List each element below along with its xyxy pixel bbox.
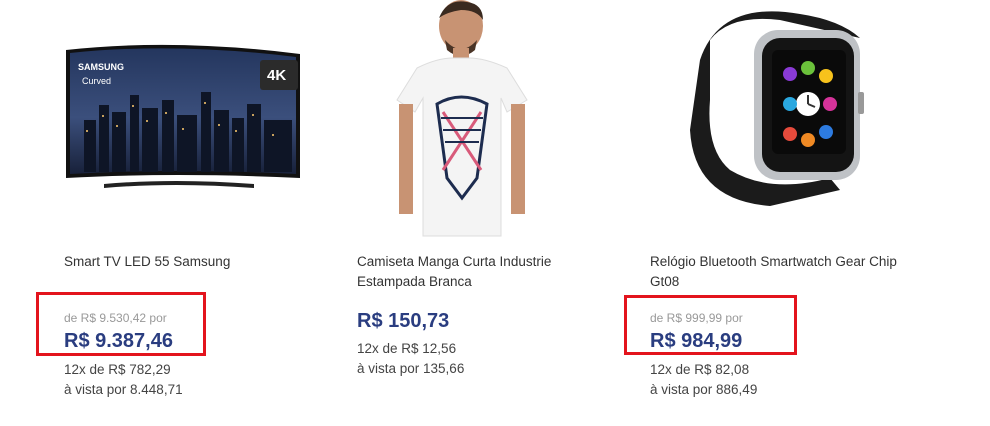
tv-brand-text: SAMSUNG <box>78 62 124 72</box>
cash-price-text: à vista por 8.448,71 <box>64 382 183 397</box>
price-highlight-box <box>36 292 206 356</box>
product-image-tv[interactable]: SAMSUNG Curved 4K <box>64 0 324 240</box>
current-price: R$ 150,73 <box>357 310 450 332</box>
installments-text: 12x de R$ 82,08 <box>650 362 750 377</box>
installments-text: 12x de R$ 12,56 <box>357 341 457 356</box>
installments-text: 12x de R$ 782,29 <box>64 362 171 377</box>
tv-4k-badge: 4K <box>267 67 286 84</box>
product-image-smartwatch[interactable] <box>650 0 910 240</box>
product-title[interactable]: Relógio Bluetooth Smartwatch Gear Chip G… <box>650 252 900 292</box>
product-image-tshirt[interactable] <box>357 0 617 240</box>
product-card-smartwatch[interactable]: Relógio Bluetooth Smartwatch Gear Chip G… <box>650 0 910 426</box>
tv-curved-text: Curved <box>82 76 111 86</box>
product-card-tv[interactable]: SAMSUNG Curved 4K Smart TV LED 55 Samsun… <box>64 0 324 426</box>
product-title[interactable]: Smart TV LED 55 Samsung <box>64 252 314 272</box>
cash-price-text: à vista por 135,66 <box>357 361 465 376</box>
product-card-tshirt[interactable]: Camiseta Manga Curta Industrie Estampada… <box>357 0 617 426</box>
cash-price-text: à vista por 886,49 <box>650 382 758 397</box>
price-highlight-box <box>624 295 797 355</box>
product-title[interactable]: Camiseta Manga Curta Industrie Estampada… <box>357 252 607 292</box>
